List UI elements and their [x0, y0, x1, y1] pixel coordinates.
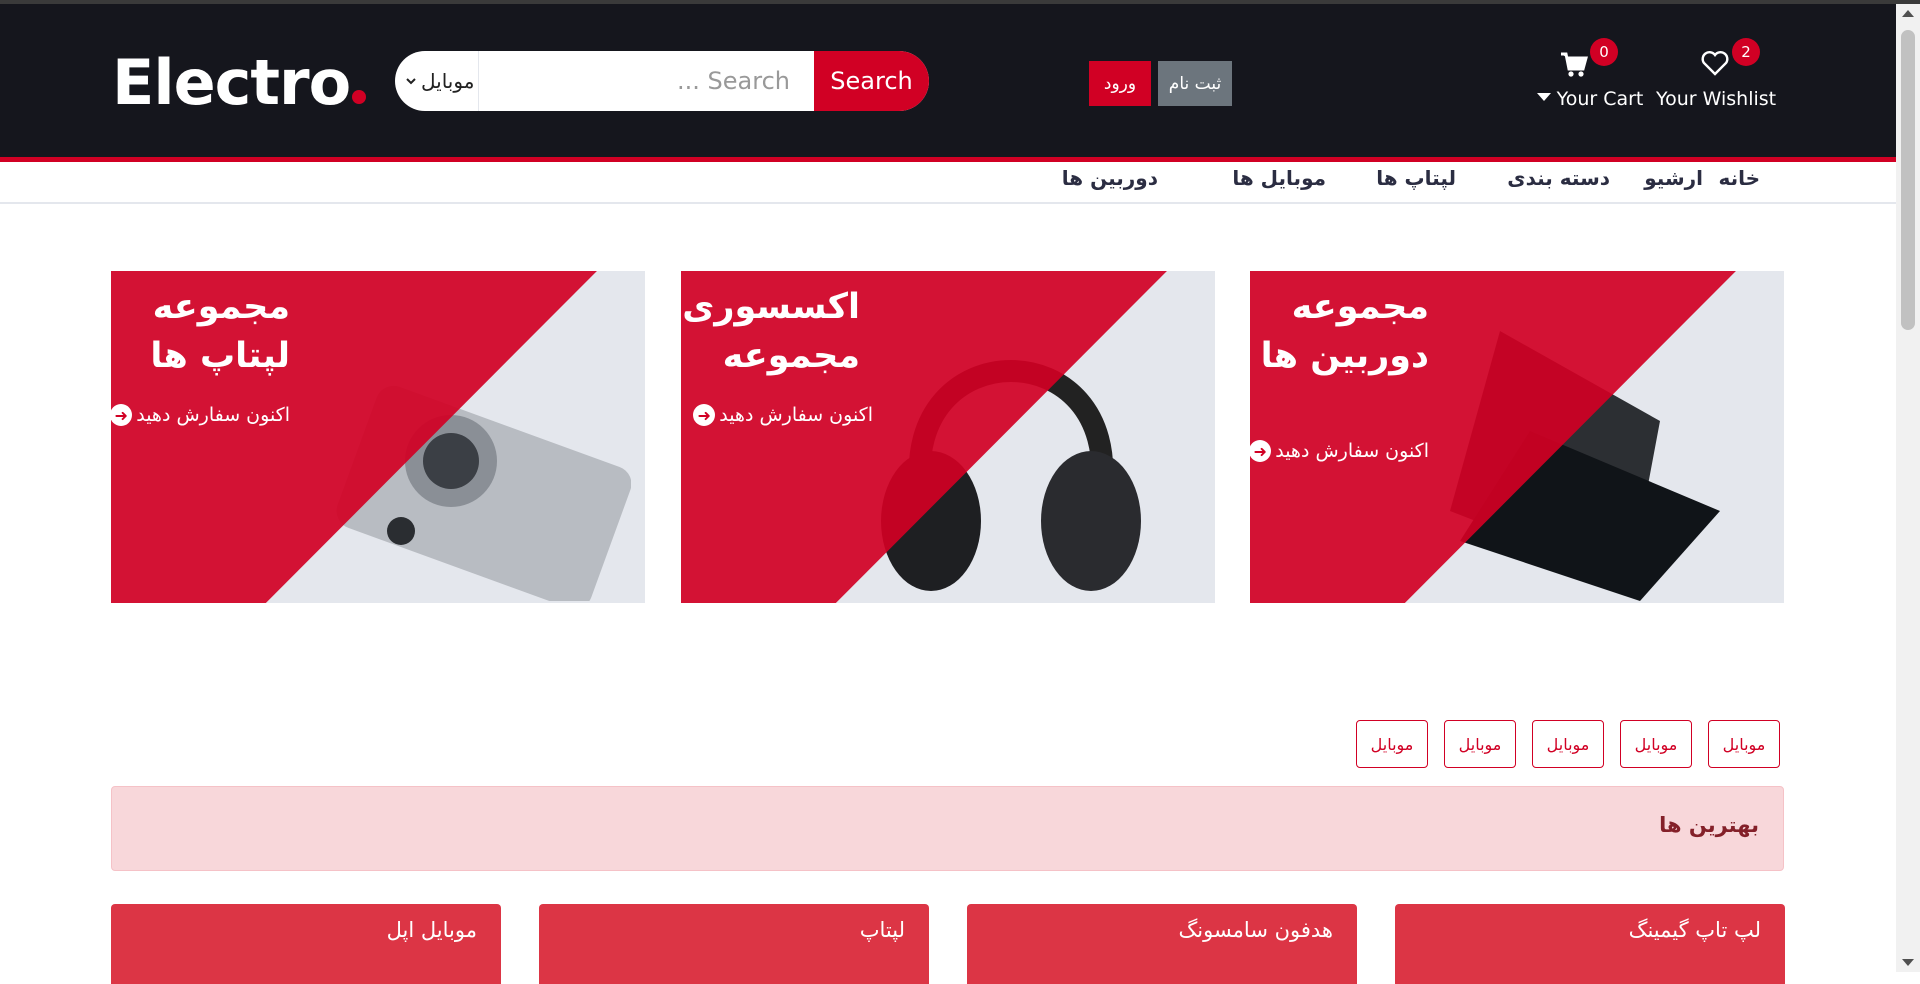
product-card-title: لپ تاپ گیمینگ	[1628, 918, 1761, 942]
filter-button[interactable]: موبایل	[1532, 720, 1604, 768]
search-input[interactable]	[479, 51, 814, 111]
logo-text: Electro	[112, 46, 351, 119]
scroll-up-arrow-icon[interactable]	[1902, 10, 1914, 17]
banner-title: مجموعه دوربین ها	[1260, 287, 1429, 376]
banner-title: مجموعه لپتاپ ها	[150, 287, 290, 376]
product-card[interactable]: موبایل اپل	[111, 904, 501, 984]
search-form: موبایل Search	[395, 51, 929, 111]
heart-icon	[1701, 50, 1729, 80]
filter-button[interactable]: موبایل	[1356, 720, 1428, 768]
nav-item-archive[interactable]: ارشیو	[1644, 166, 1703, 190]
product-card[interactable]: لپ تاپ گیمینگ	[1395, 904, 1785, 984]
arrow-circle-right-icon: ➜	[111, 404, 133, 426]
arrow-circle-right-icon: ➜	[693, 404, 716, 426]
product-card-title: موبایل اپل	[386, 918, 477, 942]
nav-item-cameras[interactable]: دوربین ها	[1062, 166, 1158, 190]
cart-icon	[1560, 52, 1588, 82]
filter-button[interactable]: موبایل	[1444, 720, 1516, 768]
page-scrollbar[interactable]	[1896, 4, 1920, 972]
banner-cameras[interactable]: مجموعه دوربین ها اکنون سفارش دهید ➜	[1250, 271, 1784, 603]
scrollbar-thumb[interactable]	[1901, 30, 1915, 330]
product-card-title: هدفون سامسونگ	[1178, 918, 1333, 942]
best-products-title: بهترین ها	[1659, 813, 1759, 837]
order-now-link[interactable]: اکنون سفارش دهید ➜	[1250, 440, 1429, 462]
filter-button[interactable]: موبایل	[1708, 720, 1780, 768]
banner-title: اکسسوری هامجموعه	[681, 287, 860, 376]
scroll-down-arrow-icon[interactable]	[1902, 959, 1914, 966]
cart-dropdown[interactable]: 0 Your Cart	[1520, 38, 1643, 112]
search-button[interactable]: Search	[814, 51, 929, 111]
category-select-value: موبایل	[421, 69, 475, 93]
register-button[interactable]: ثبت نام	[1158, 61, 1232, 106]
wishlist-count-badge: 2	[1732, 38, 1760, 66]
logo-dot	[352, 90, 367, 104]
product-card-title: لپتاپ	[859, 918, 905, 942]
category-select[interactable]: موبایل	[395, 51, 479, 111]
product-card[interactable]: هدفون سامسونگ	[967, 904, 1357, 984]
product-card[interactable]: لپتاپ	[539, 904, 929, 984]
header: Electro موبایل Search ورود ثبت نام 0 You…	[0, 4, 1896, 162]
nav-item-categories[interactable]: دسته بندی	[1507, 166, 1610, 190]
chevron-down-icon	[405, 72, 417, 91]
best-products-header: بهترین ها	[111, 786, 1784, 871]
nav-item-mobiles[interactable]: موبایل ها	[1232, 166, 1326, 190]
login-button[interactable]: ورود	[1089, 61, 1151, 106]
arrow-circle-right-icon: ➜	[1250, 440, 1272, 462]
filter-button[interactable]: موبایل	[1620, 720, 1692, 768]
main-nav: خانه ارشیو دسته بندی لپتاپ ها موبایل ها …	[0, 162, 1896, 204]
order-now-link[interactable]: اکنون سفارش دهید ➜	[111, 404, 290, 426]
cart-label: Your Cart	[1520, 88, 1660, 110]
cart-count-badge: 0	[1590, 38, 1618, 66]
banner-laptops[interactable]: مجموعه لپتاپ ها اکنون سفارش دهید ➜	[111, 271, 645, 603]
nav-item-home[interactable]: خانه	[1718, 166, 1760, 190]
wishlist-label: Your Wishlist	[1656, 88, 1777, 110]
logo[interactable]: Electro	[112, 46, 367, 119]
nav-item-laptops[interactable]: لپتاپ ها	[1376, 166, 1456, 190]
order-now-link[interactable]: اکنون سفارش دهید ➜	[693, 404, 873, 426]
wishlist-link[interactable]: 2 Your Wishlist	[1650, 38, 1810, 112]
banner-accessories[interactable]: اکسسوری هامجموعه اکنون سفارش دهید➜	[681, 271, 1215, 603]
caret-down-icon	[1536, 93, 1551, 101]
